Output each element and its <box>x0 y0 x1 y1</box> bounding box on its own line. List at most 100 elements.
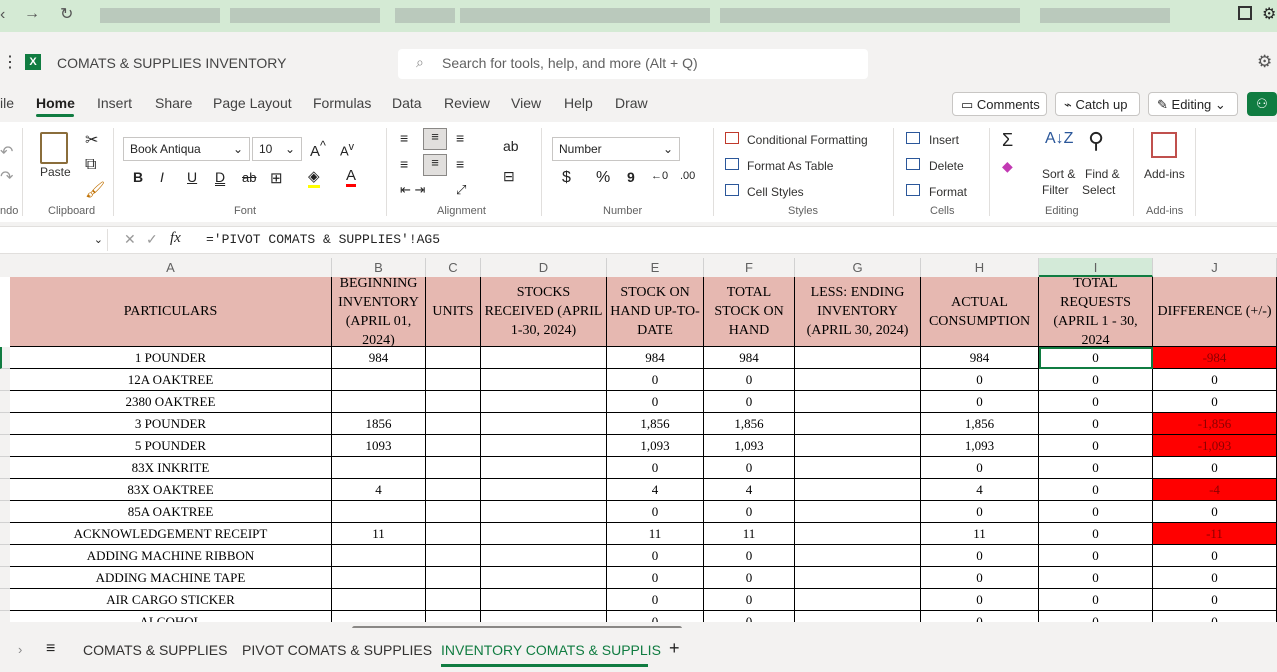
table-cell[interactable] <box>426 611 481 622</box>
tab-data[interactable]: Data <box>392 95 422 111</box>
sheet-tab-inventory[interactable]: INVENTORY COMATS & SUPPLIS <box>441 642 661 658</box>
row-header[interactable] <box>0 457 10 479</box>
catchup-button[interactable]: ⌁ Catch up <box>1055 92 1140 116</box>
grow-font-icon[interactable]: A^ <box>310 139 326 160</box>
orientation-icon[interactable]: ⤢ <box>456 182 466 198</box>
column-header-h[interactable]: H <box>921 258 1039 277</box>
table-cell[interactable]: 1,856 <box>704 413 795 435</box>
table-cell[interactable] <box>795 567 921 589</box>
column-header-c[interactable]: C <box>426 258 481 277</box>
align-top-icon[interactable]: ≡ <box>400 130 408 146</box>
worksheet-grid[interactable]: PARTICULARS BEGINNING INVENTORY (APRIL 01… <box>0 277 1277 622</box>
row-header[interactable] <box>0 391 10 413</box>
table-cell[interactable] <box>332 501 426 523</box>
row-header[interactable] <box>0 435 10 457</box>
table-cell[interactable]: 0 <box>607 501 704 523</box>
all-sheets-icon[interactable]: ≡ <box>46 640 55 658</box>
table-cell[interactable]: 1,856 <box>607 413 704 435</box>
table-cell[interactable]: 0 <box>607 545 704 567</box>
find-select-button[interactable]: Find & <box>1085 167 1120 181</box>
table-cell[interactable] <box>332 457 426 479</box>
table-cell[interactable]: 4 <box>704 479 795 501</box>
table-cell[interactable]: ADDING MACHINE TAPE <box>10 567 332 589</box>
table-cell[interactable] <box>332 611 426 622</box>
table-cell[interactable] <box>426 413 481 435</box>
row-header[interactable] <box>0 589 10 611</box>
paste-button[interactable]: Paste <box>40 165 71 179</box>
table-cell[interactable]: 0 <box>1039 435 1153 457</box>
table-cell[interactable] <box>795 369 921 391</box>
tab-formulas[interactable]: Formulas <box>313 95 371 111</box>
table-cell[interactable]: 0 <box>607 391 704 413</box>
table-cell[interactable] <box>795 523 921 545</box>
table-cell[interactable]: 0 <box>607 457 704 479</box>
table-cell[interactable]: 0 <box>1153 589 1277 611</box>
tab-review[interactable]: Review <box>444 95 490 111</box>
table-cell[interactable] <box>332 545 426 567</box>
table-cell[interactable] <box>426 347 481 369</box>
table-cell[interactable] <box>332 369 426 391</box>
table-cell[interactable]: -11 <box>1153 523 1277 545</box>
table-cell[interactable] <box>481 369 607 391</box>
table-cell[interactable]: ALCOHOL <box>10 611 332 622</box>
row-header[interactable] <box>0 369 10 391</box>
table-cell[interactable] <box>481 479 607 501</box>
table-cell[interactable]: 0 <box>1039 501 1153 523</box>
table-cell[interactable] <box>426 501 481 523</box>
tab-share[interactable]: Share <box>155 95 192 111</box>
table-cell[interactable]: 0 <box>921 589 1039 611</box>
table-cell[interactable]: 0 <box>607 369 704 391</box>
table-cell[interactable]: 0 <box>921 457 1039 479</box>
sidebar-icon[interactable] <box>1238 6 1252 20</box>
column-header-j[interactable]: J <box>1153 258 1277 277</box>
table-cell[interactable]: 0 <box>1039 369 1153 391</box>
header-cell[interactable]: BEGINNING INVENTORY (APRIL 01, 2024) <box>332 277 426 347</box>
row-header[interactable] <box>0 479 10 501</box>
table-cell[interactable]: 0 <box>1039 589 1153 611</box>
underline-button[interactable]: U <box>187 169 197 185</box>
tab-insert[interactable]: Insert <box>97 95 132 111</box>
table-cell[interactable]: ADDING MACHINE RIBBON <box>10 545 332 567</box>
table-cell[interactable]: 0 <box>704 611 795 622</box>
number-format-combo[interactable]: Number ⌄ <box>552 137 680 161</box>
header-cell[interactable]: LESS: ENDING INVENTORY (APRIL 30, 2024) <box>795 277 921 347</box>
add-sheet-icon[interactable]: + <box>669 638 680 659</box>
table-cell[interactable] <box>426 567 481 589</box>
table-cell[interactable]: 4 <box>921 479 1039 501</box>
active-cell[interactable]: 0 <box>1039 347 1153 369</box>
table-cell[interactable] <box>481 457 607 479</box>
comma-button[interactable]: 9 <box>627 169 635 185</box>
align-center-icon[interactable]: ≡ <box>423 154 447 176</box>
indent-icon[interactable]: ⇤ ⇥ <box>400 182 425 198</box>
table-cell[interactable]: 1,093 <box>921 435 1039 457</box>
table-cell[interactable] <box>795 611 921 622</box>
table-cell[interactable]: 1,093 <box>704 435 795 457</box>
italic-button[interactable]: I <box>160 169 164 185</box>
settings-icon[interactable]: ⚙ <box>1262 4 1276 24</box>
tab-help[interactable]: Help <box>564 95 593 111</box>
sheet-tab-pivot[interactable]: PIVOT COMATS & SUPPLIES <box>242 642 432 658</box>
autosum-icon[interactable]: Σ <box>1002 130 1013 151</box>
increase-decimal-icon[interactable]: ←0 <box>651 170 668 182</box>
table-cell[interactable]: 0 <box>921 611 1039 622</box>
table-cell[interactable]: 4 <box>332 479 426 501</box>
copy-icon[interactable]: ⧉ <box>85 156 96 174</box>
table-cell[interactable] <box>795 413 921 435</box>
table-cell[interactable]: 0 <box>921 501 1039 523</box>
table-cell[interactable] <box>795 347 921 369</box>
double-underline-button[interactable]: D <box>215 169 225 185</box>
table-cell[interactable]: 984 <box>607 347 704 369</box>
borders-icon[interactable]: ⊞ <box>270 169 283 187</box>
table-cell[interactable]: 1856 <box>332 413 426 435</box>
row-header[interactable] <box>0 501 10 523</box>
merge-center-icon[interactable]: ⊟ <box>503 168 515 185</box>
cancel-icon[interactable]: ✕ <box>124 231 136 248</box>
header-cell[interactable]: DIFFERENCE (+/-) <box>1153 277 1277 347</box>
paste-icon[interactable] <box>40 132 68 164</box>
table-cell[interactable]: 0 <box>1153 369 1277 391</box>
header-cell[interactable]: STOCK ON HAND UP-TO-DATE <box>607 277 704 347</box>
table-cell[interactable] <box>795 435 921 457</box>
table-cell[interactable] <box>481 501 607 523</box>
table-cell[interactable]: 0 <box>704 391 795 413</box>
header-cell[interactable]: TOTAL REQUESTS (APRIL 1 - 30, 2024 <box>1039 277 1153 347</box>
